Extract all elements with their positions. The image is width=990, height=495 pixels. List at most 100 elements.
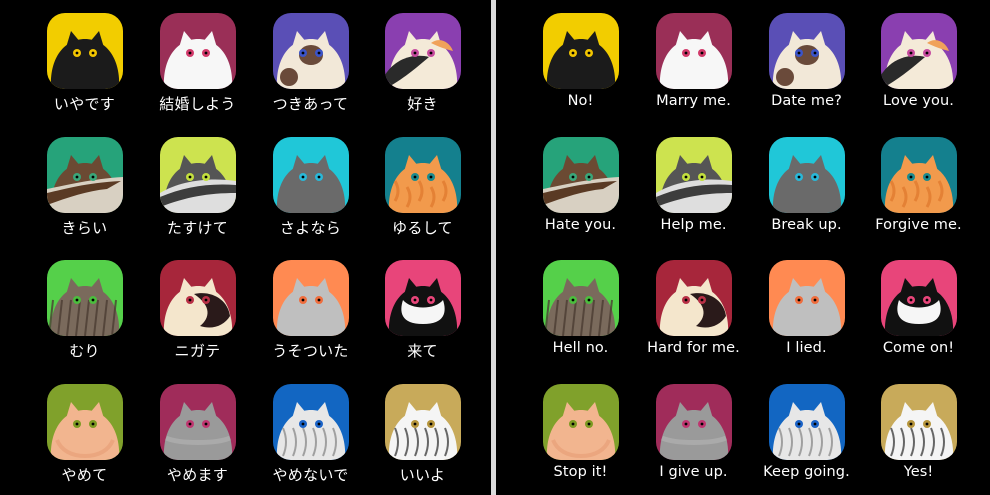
app-cell[interactable]: さよなら xyxy=(254,124,367,247)
app-cell[interactable]: Forgive me. xyxy=(862,124,975,247)
app-label: I lied. xyxy=(786,340,827,356)
cat-icon-striped[interactable] xyxy=(543,260,619,336)
app-label: やめて xyxy=(61,466,108,484)
app-label: 好き xyxy=(407,95,438,113)
cat-icon-black[interactable] xyxy=(543,13,619,89)
app-label: Forgive me. xyxy=(875,217,962,233)
app-label: Come on! xyxy=(882,340,955,356)
app-label: むり xyxy=(69,342,100,360)
app-cell[interactable]: やめて xyxy=(28,371,141,494)
cat-icon-tuxedo[interactable] xyxy=(385,260,461,336)
app-cell[interactable]: Keep going. xyxy=(750,371,863,494)
app-cell[interactable]: やめないで xyxy=(254,371,367,494)
app-cell[interactable]: Hate you. xyxy=(524,124,637,247)
app-label: つきあって xyxy=(272,95,349,113)
app-cell[interactable]: 来て xyxy=(366,247,479,370)
app-label: Date me? xyxy=(771,93,842,109)
cat-icon-white-striped[interactable] xyxy=(385,384,461,460)
app-cell[interactable]: ゆるして xyxy=(366,124,479,247)
app-label: Break up. xyxy=(771,217,842,233)
cat-icon-orange-tabby[interactable] xyxy=(881,137,957,213)
cat-icon-silver-tabby[interactable] xyxy=(769,384,845,460)
cat-icon-silver[interactable] xyxy=(273,260,349,336)
app-label: いやです xyxy=(53,95,116,113)
cat-icon-gray[interactable] xyxy=(273,137,349,213)
app-label: Hell no. xyxy=(552,340,609,356)
app-label: やめます xyxy=(166,466,229,484)
app-cell[interactable]: うそついた xyxy=(254,247,367,370)
cat-icon-tuxedo[interactable] xyxy=(881,260,957,336)
app-cell[interactable]: 好き xyxy=(366,0,479,123)
app-label: さよなら xyxy=(279,219,342,237)
app-cell[interactable]: I give up. xyxy=(637,371,750,494)
cat-icon-calico[interactable] xyxy=(881,13,957,89)
app-cell[interactable]: やめます xyxy=(141,371,254,494)
app-label: I give up. xyxy=(659,464,728,480)
app-cell[interactable]: Hell no. xyxy=(524,247,637,370)
cat-icon-white-striped[interactable] xyxy=(881,384,957,460)
app-label: Stop it! xyxy=(553,464,608,480)
cat-icon-fluffy-peach[interactable] xyxy=(543,384,619,460)
cat-icon-fluffy-peach[interactable] xyxy=(47,384,123,460)
cat-icon-brown-tabby[interactable] xyxy=(47,137,123,213)
app-label: Marry me. xyxy=(656,93,731,109)
app-label: ニガテ xyxy=(174,342,221,360)
app-cell[interactable]: たすけて xyxy=(141,124,254,247)
app-cell[interactable]: ニガテ xyxy=(141,247,254,370)
app-label: いいよ xyxy=(399,466,446,484)
app-cell[interactable]: むり xyxy=(28,247,141,370)
app-cell[interactable]: Yes! xyxy=(862,371,975,494)
cat-icon-striped[interactable] xyxy=(47,260,123,336)
cat-icon-silver-tabby[interactable] xyxy=(273,384,349,460)
cat-icon-silver[interactable] xyxy=(769,260,845,336)
app-cell[interactable]: Help me. xyxy=(637,124,750,247)
cat-icon-fluffy-gray[interactable] xyxy=(160,384,236,460)
app-cell[interactable]: No! xyxy=(524,0,637,123)
cat-icon-siamese[interactable] xyxy=(273,13,349,89)
app-label: うそついた xyxy=(272,342,349,360)
app-label: Help me. xyxy=(660,217,727,233)
app-label: Yes! xyxy=(903,464,934,480)
app-label: やめないで xyxy=(272,466,349,484)
cat-icon-cream-black[interactable] xyxy=(160,260,236,336)
app-label: Keep going. xyxy=(763,464,850,480)
app-cell[interactable]: Marry me. xyxy=(637,0,750,123)
cat-icon-white[interactable] xyxy=(160,13,236,89)
app-grid-japanese: いやです 結婚しよう つきあって 好ききらい たすけて さよなら ゆるしてむり ニガテ うそつい… xyxy=(0,0,491,495)
app-cell[interactable]: 結婚しよう xyxy=(141,0,254,123)
cat-icon-gray-white[interactable] xyxy=(656,137,732,213)
app-cell[interactable]: Come on! xyxy=(862,247,975,370)
app-cell[interactable]: I lied. xyxy=(750,247,863,370)
app-label: Hard for me. xyxy=(647,340,740,356)
cat-icon-calico[interactable] xyxy=(385,13,461,89)
cat-icon-cream-black[interactable] xyxy=(656,260,732,336)
app-cell[interactable]: Hard for me. xyxy=(637,247,750,370)
app-label: 結婚しよう xyxy=(159,95,236,113)
app-cell[interactable]: つきあって xyxy=(254,0,367,123)
app-cell[interactable]: Stop it! xyxy=(524,371,637,494)
cat-icon-orange-tabby[interactable] xyxy=(385,137,461,213)
app-cell[interactable]: いやです xyxy=(28,0,141,123)
cat-icon-black[interactable] xyxy=(47,13,123,89)
app-cell[interactable]: いいよ xyxy=(366,371,479,494)
app-label: No! xyxy=(567,93,594,109)
app-label: Hate you. xyxy=(544,217,617,233)
app-cell[interactable]: Break up. xyxy=(750,124,863,247)
cat-icon-siamese[interactable] xyxy=(769,13,845,89)
app-label: たすけて xyxy=(166,219,229,237)
app-cell[interactable]: Love you. xyxy=(862,0,975,123)
app-label: 来て xyxy=(407,342,438,360)
app-cell[interactable]: Date me? xyxy=(750,0,863,123)
cat-icon-gray-white[interactable] xyxy=(160,137,236,213)
home-screen-english: No! Marry me. Date me? Love you. Hate you. He… xyxy=(496,0,990,495)
cat-icon-brown-tabby[interactable] xyxy=(543,137,619,213)
cat-icon-white[interactable] xyxy=(656,13,732,89)
app-label: きらい xyxy=(61,219,108,237)
app-label: ゆるして xyxy=(392,219,453,237)
app-label: Love you. xyxy=(883,93,954,109)
app-grid-english: No! Marry me. Date me? Love you. Hate you. He… xyxy=(496,0,990,495)
home-screen-japanese: いやです 結婚しよう つきあって 好ききらい たすけて さよなら ゆるしてむり ニガテ うそつい… xyxy=(0,0,491,495)
cat-icon-fluffy-gray[interactable] xyxy=(656,384,732,460)
cat-icon-gray[interactable] xyxy=(769,137,845,213)
app-cell[interactable]: きらい xyxy=(28,124,141,247)
